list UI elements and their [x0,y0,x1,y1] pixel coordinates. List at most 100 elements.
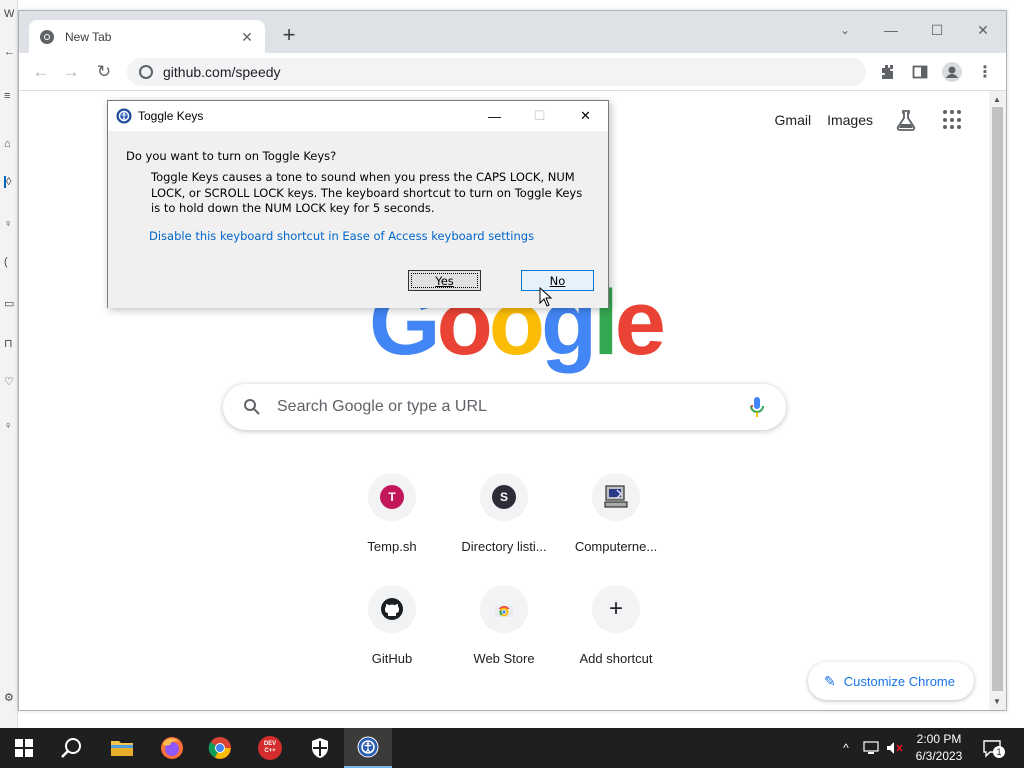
background-back-icon: ← [4,46,15,58]
chrome-favicon-icon [40,30,54,44]
labs-flask-icon[interactable] [895,109,917,131]
yes-button[interactable]: Yes [408,270,481,291]
shortcut-tile [592,473,640,521]
address-bar[interactable]: github.com/speedy [127,58,866,86]
shortcut-label: GitHub [371,651,413,666]
no-button[interactable]: No [521,270,594,291]
network-icon[interactable] [860,728,882,768]
background-settings-icon: ⚙ [4,692,14,704]
side-panel-icon[interactable] [910,62,930,82]
shortcut-label: Web Store [473,651,535,666]
site-info-icon[interactable] [139,65,153,79]
close-window-button[interactable]: ✕ [960,15,1006,45]
background-lock-icon: ⊓ [4,338,13,350]
page-scrollbar[interactable]: ▲ ▼ [989,91,1006,710]
background-home-icon: ⌂ [4,138,11,150]
images-link[interactable]: Images [827,112,873,128]
github-icon [381,598,403,620]
disable-shortcut-link[interactable]: Disable this keyboard shortcut in Ease o… [149,229,534,243]
background-user-icon: ♀ [4,420,13,432]
new-tab-button[interactable]: + [277,24,301,48]
taskbar-toggle-keys[interactable] [344,728,392,768]
reload-button[interactable]: ↻ [92,60,116,84]
toggle-keys-dialog: Toggle Keys — ☐ ✕ Do you want to turn on… [107,100,609,308]
yes-label: Yes [435,273,454,288]
taskbar-chrome[interactable] [196,728,244,768]
shortcut-web-store[interactable]: Web Store [448,585,560,666]
shortcut-label: Temp.sh [367,539,417,554]
no-label: No [549,273,566,288]
taskbar-file-explorer[interactable] [98,728,146,768]
ease-of-access-icon [357,736,379,758]
mouse-cursor-icon [539,287,553,307]
folder-icon [111,741,133,756]
shortcut-tile [368,585,416,633]
background-wifi-icon: ( [4,256,8,268]
notification-count-badge: 1 [993,746,1005,758]
plus-icon: + [608,595,623,622]
dialog-body: Do you want to turn on Toggle Keys? Togg… [108,131,608,308]
customize-label: Customize Chrome [843,673,955,689]
background-glyph: W [4,8,15,20]
google-apps-icon[interactable] [943,110,963,130]
clock-time: 2:00 PM [916,732,962,746]
background-app-icon: ▭ [4,298,15,310]
background-window-edge: W ← ≡ ⌂ ◊ ♀ ( ▭ ⊓ ♡ ♀ ⚙ [0,0,18,728]
tab-close-icon[interactable]: ✕ [239,29,255,46]
scroll-down-icon[interactable]: ▼ [993,697,1001,706]
background-menu-icon: ≡ [4,90,11,102]
shortcut-label: Computerne... [574,539,658,554]
shortcut-tile: + [592,585,640,633]
minimize-button[interactable]: — [868,15,914,45]
forward-button[interactable]: → [59,60,83,84]
back-button[interactable]: ← [29,60,53,84]
logo-letter: e [614,272,666,374]
taskbar-search-button[interactable] [48,728,96,768]
notification-center-icon[interactable]: 1 [982,738,1005,758]
add-shortcut-button[interactable]: + Add shortcut [560,585,672,666]
taskbar-security[interactable] [296,728,344,768]
search-placeholder: Search Google or type a URL [277,398,487,415]
firefox-icon [161,737,183,759]
taskbar-firefox[interactable] [148,728,196,768]
search-box[interactable]: Search Google or type a URL [223,384,786,430]
extensions-icon[interactable] [877,62,897,82]
dialog-description: Toggle Keys causes a tone to sound when … [151,170,583,215]
shortcut-tile [480,585,528,633]
show-hidden-icons[interactable]: ^ [836,728,856,768]
address-url: github.com/speedy [163,64,281,80]
background-heart-icon: ♡ [4,376,14,388]
customize-chrome-button[interactable]: ✎ Customize Chrome [808,662,974,700]
dialog-heading: Do you want to turn on Toggle Keys? [126,149,337,163]
search-icon [244,399,260,415]
chrome-web-store-icon [495,606,513,617]
tab-strip: New Tab ✕ + ⌄ — ☐ ✕ [19,11,1006,54]
voice-search-icon[interactable] [748,396,766,418]
dev-cpp-icon: DEV C++ [258,736,282,760]
shortcut-github[interactable]: GitHub [336,585,448,666]
clock-date: 6/3/2023 [915,749,963,763]
dialog-close-button[interactable]: ✕ [563,101,608,131]
pencil-icon: ✎ [824,672,836,689]
gmail-link[interactable]: Gmail [775,112,812,128]
scroll-up-icon[interactable]: ▲ [993,95,1001,104]
computer-icon [604,485,628,508]
profile-avatar[interactable] [942,62,962,82]
background-person-icon: ♀ [4,218,13,230]
tab-new-tab[interactable]: New Tab ✕ [29,20,265,54]
more-menu-icon[interactable]: ⋮ [975,62,995,82]
shortcut-label: Directory listi... [461,539,547,554]
shortcut-computernewb[interactable]: Computerne... [560,473,672,554]
dialog-minimize-button[interactable]: — [472,101,517,131]
scrollbar-thumb[interactable] [992,107,1003,691]
tab-search-icon[interactable]: ⌄ [822,15,868,45]
maximize-button[interactable]: ☐ [914,15,960,45]
dialog-maximize-button: ☐ [533,108,546,123]
taskbar-dev-cpp[interactable]: DEV C++ [246,728,294,768]
shield-icon [312,738,328,758]
shortcut-directory-listing[interactable]: S Directory listi... [448,473,560,554]
shortcut-temp-sh[interactable]: T Temp.sh [336,473,448,554]
system-clock[interactable]: 2:00 PM 6/3/2023 [900,731,978,765]
shortcut-letter-icon: S [492,485,516,509]
start-button[interactable] [0,728,48,768]
